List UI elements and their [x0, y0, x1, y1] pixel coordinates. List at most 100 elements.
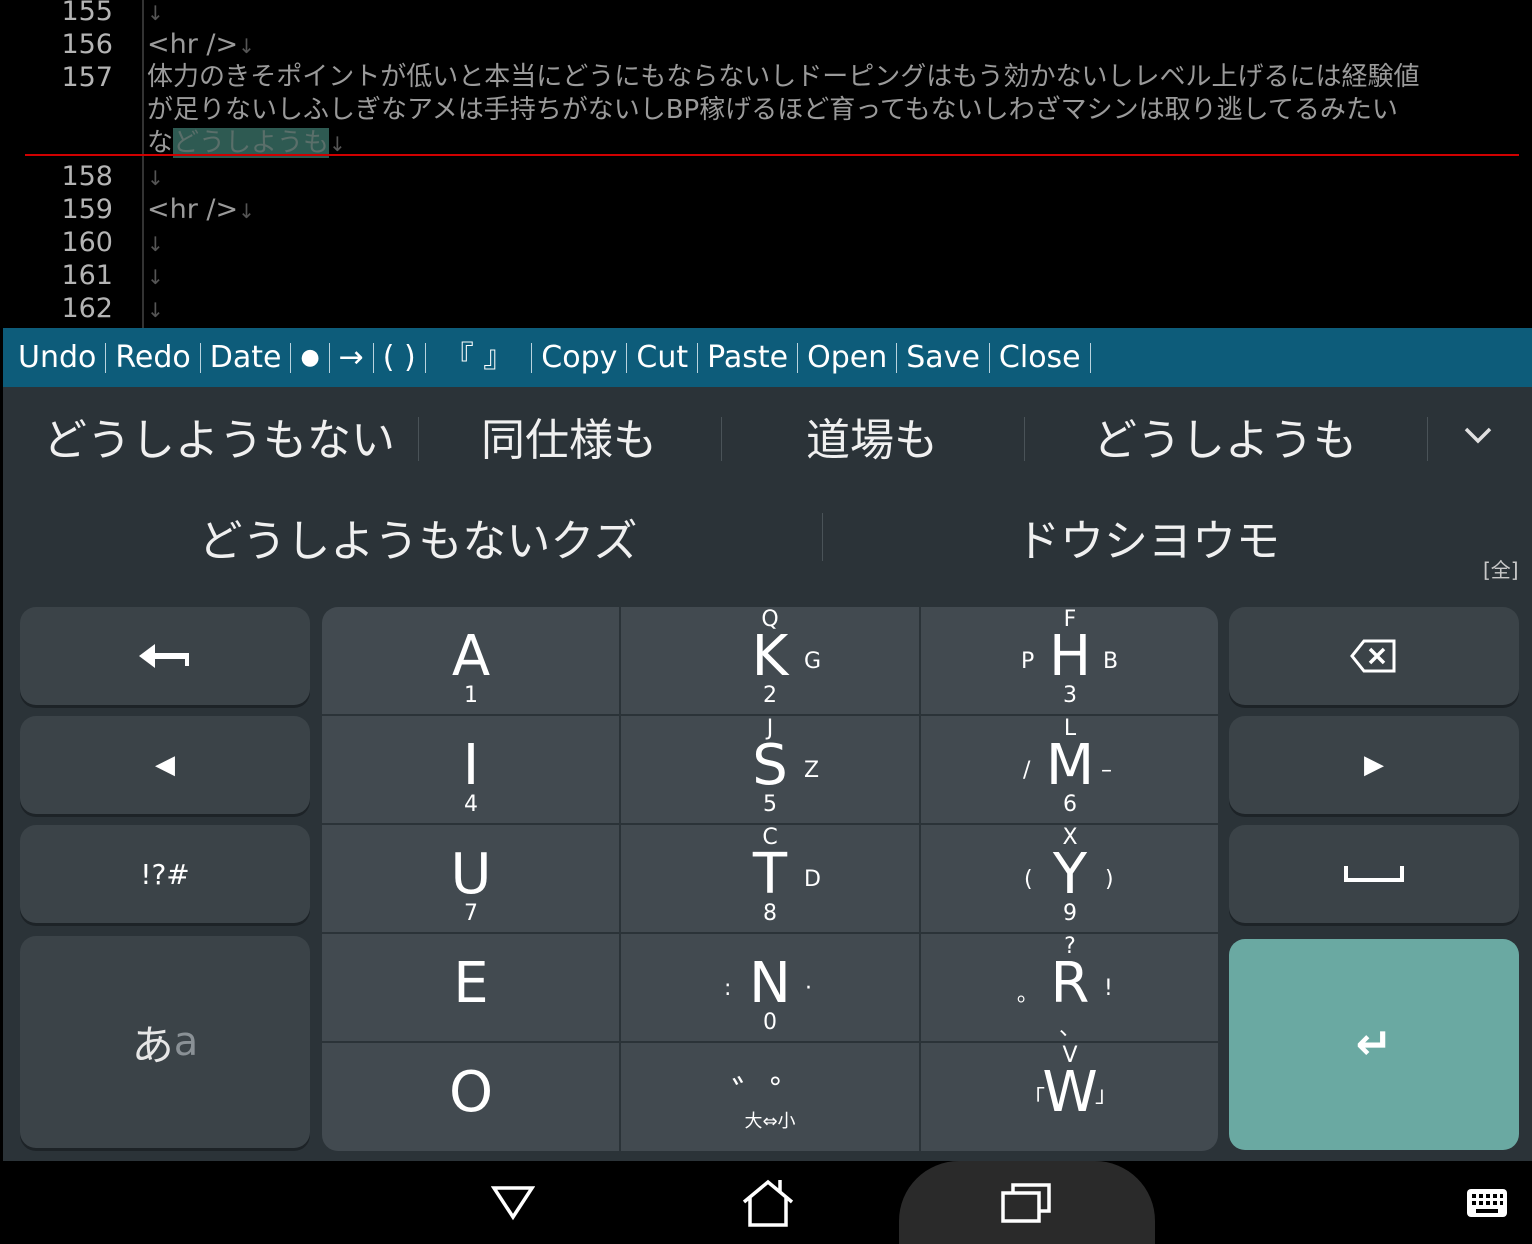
key-bottom-label: 9: [1063, 901, 1077, 926]
backspace-icon: [1350, 639, 1396, 673]
code-line: <hr />↓: [147, 194, 255, 225]
key-r[interactable]: ? ｡ R ! 、: [921, 934, 1218, 1042]
home-button[interactable]: [718, 1161, 818, 1244]
key-right-label: G: [804, 649, 822, 674]
key-bottom-label: 5: [763, 792, 777, 817]
copy-button[interactable]: Copy: [532, 328, 626, 387]
key-o[interactable]: O: [322, 1043, 620, 1151]
code-line: ↓: [147, 298, 164, 322]
paren-button[interactable]: ( ): [374, 328, 425, 387]
candidate-item[interactable]: どうしようも: [1025, 387, 1425, 485]
line-number: 161: [61, 260, 113, 291]
line-number: 156: [61, 29, 113, 60]
candidate-item[interactable]: どうしようもないクズ: [3, 489, 833, 585]
cursor-right-key[interactable]: ▶: [1229, 716, 1519, 814]
key-k[interactable]: Q K G 2: [621, 607, 919, 715]
symbols-key[interactable]: !?#: [20, 825, 310, 923]
candidate-item[interactable]: どうしようもない: [23, 387, 415, 485]
key-n[interactable]: : N · 0: [621, 934, 919, 1042]
open-button[interactable]: Open: [798, 328, 896, 387]
key-bottom-label: 2: [763, 683, 777, 708]
key-main-label: K: [751, 624, 789, 689]
key-main-label: S: [752, 733, 788, 798]
key-m[interactable]: L / M – 6: [921, 716, 1218, 824]
key-w[interactable]: V 「 W 」: [921, 1043, 1218, 1151]
arrow-button[interactable]: →: [330, 328, 373, 387]
mode-alpha-label: a: [173, 1019, 199, 1065]
key-main-label: U: [450, 842, 492, 907]
line-number: 155: [61, 0, 113, 27]
key-a[interactable]: A 1: [322, 607, 620, 715]
key-bottom-label: 3: [1063, 683, 1077, 708]
key-right-label: ): [1105, 867, 1114, 892]
key-e[interactable]: E: [322, 934, 620, 1042]
recents-button[interactable]: [899, 1161, 1155, 1244]
key-right-label: B: [1103, 649, 1119, 674]
cut-button[interactable]: Cut: [627, 328, 697, 387]
key-main-label: M: [1045, 733, 1095, 798]
flick-key-grid: A 1 Q K G 2 F P H B 3 I 4 J S Z 5 L / M …: [322, 607, 1218, 1151]
redo-button[interactable]: Redo: [106, 328, 199, 387]
key-main-label: R: [1050, 951, 1090, 1016]
code-line: ↓: [147, 265, 164, 289]
recents-icon: [1001, 1182, 1051, 1223]
key-bottom-label: 4: [464, 792, 478, 817]
home-icon: [742, 1179, 794, 1227]
code-line: ↓: [147, 166, 164, 190]
key-main-label: I: [462, 733, 480, 798]
key-i[interactable]: I 4: [322, 716, 620, 824]
key-dakuten[interactable]: ゛゜ 大⇔小: [621, 1043, 919, 1151]
code-line: <hr />↓: [147, 29, 255, 60]
save-button[interactable]: Save: [897, 328, 989, 387]
key-t[interactable]: C T D 8: [621, 825, 919, 933]
cursor-left-key[interactable]: ◀: [20, 716, 310, 814]
paste-button[interactable]: Paste: [698, 328, 797, 387]
bullet-button[interactable]: ●: [291, 328, 328, 387]
keyboard-icon: [1467, 1188, 1507, 1217]
divider: [1427, 417, 1428, 461]
key-y[interactable]: X ( Y ) 9: [921, 825, 1218, 933]
back-button[interactable]: [463, 1161, 563, 1244]
bracket-button[interactable]: 『 』: [426, 328, 532, 387]
candidate-item[interactable]: 道場も: [722, 387, 1022, 485]
key-right-label: ·: [805, 976, 812, 1001]
undo-input-key[interactable]: [20, 607, 310, 705]
line-number: 157: [61, 62, 113, 93]
input-mode-key[interactable]: あa: [20, 936, 310, 1148]
key-bottom-label: 7: [464, 901, 478, 926]
code-line: 体力のきそポイントが低いと本当にどうにもならないしドーピングはもう効かないしレベ…: [147, 62, 1420, 92]
candidate-item[interactable]: 同仕様も: [419, 387, 719, 485]
line-number: 160: [61, 227, 113, 258]
close-button[interactable]: Close: [990, 328, 1090, 387]
key-s[interactable]: J S Z 5: [621, 716, 919, 824]
chevron-down-icon[interactable]: [1458, 415, 1498, 455]
key-right-label: Z: [804, 758, 820, 783]
gutter-divider: [142, 0, 144, 328]
back-icon: [491, 1185, 535, 1220]
key-main-label: O: [448, 1060, 494, 1125]
cursor-line-indicator: [25, 154, 1519, 156]
undo-button[interactable]: Undo: [9, 328, 105, 387]
space-key[interactable]: [1229, 825, 1519, 923]
key-bottom-label: 、: [1058, 1016, 1081, 1041]
key-u[interactable]: U 7: [322, 825, 620, 933]
key-bottom-label: 6: [1063, 792, 1077, 817]
line-number: 159: [61, 194, 113, 225]
undo-arrow-icon: [139, 644, 189, 668]
key-bottom-label: 1: [464, 683, 478, 708]
ime-keyboard: どうしようもない 同仕様も 道場も どうしようも どうしようもないクズ ドウシヨ…: [3, 387, 1532, 1161]
text-editor[interactable]: 155 ↓ 156 <hr />↓ 157 体力のきそポイントが低いと本当にどう…: [3, 0, 1532, 328]
key-bottom-label: 0: [763, 1010, 777, 1035]
ime-switch-button[interactable]: [1461, 1161, 1513, 1244]
enter-key[interactable]: ↵: [1229, 939, 1519, 1150]
key-h[interactable]: F P H B 3: [921, 607, 1218, 715]
key-right-label: –: [1101, 758, 1112, 783]
key-bottom-label: 8: [763, 901, 777, 926]
candidate-item[interactable]: ドウシヨウモ: [823, 489, 1473, 585]
backspace-key[interactable]: [1229, 607, 1519, 705]
navigation-bar: [3, 1161, 1532, 1244]
key-main-label: E: [453, 951, 489, 1016]
width-mode-indicator[interactable]: [全]: [1483, 554, 1519, 583]
date-button[interactable]: Date: [201, 328, 291, 387]
key-right-label: 」: [1095, 1083, 1118, 1108]
